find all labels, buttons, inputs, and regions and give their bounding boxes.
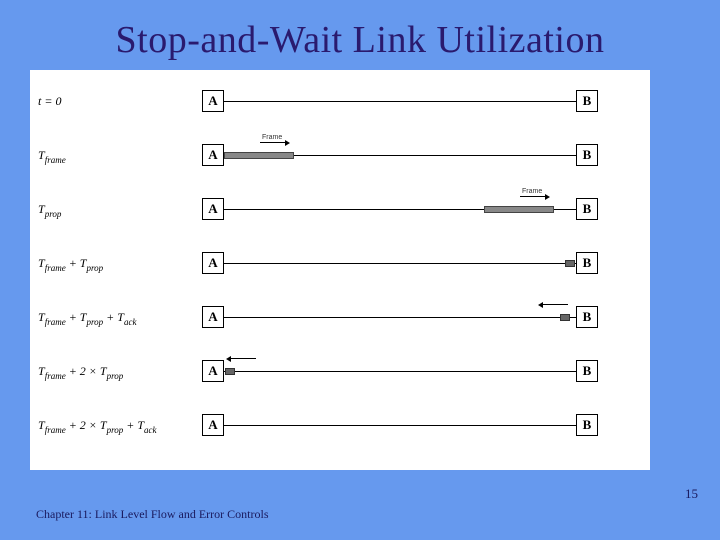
time-label: Tframe + 2 × Tprop + Tack (38, 418, 157, 434)
ack-block (565, 260, 575, 267)
node-a: A (202, 252, 224, 274)
frame-block (484, 206, 554, 213)
time-label: Tframe (38, 148, 66, 164)
timing-row-3: Tframe + Tprop A B (30, 242, 650, 296)
timing-row-6: Tframe + 2 × Tprop + Tack A B (30, 404, 650, 458)
link-line (224, 101, 576, 102)
node-a: A (202, 144, 224, 166)
node-a: A (202, 306, 224, 328)
node-b: B (576, 144, 598, 166)
link-line (224, 317, 576, 318)
time-label: Tframe + Tprop (38, 256, 103, 272)
timing-row-5: Tframe + 2 × Tprop A B (30, 350, 650, 404)
direction-arrow-icon (230, 358, 256, 359)
time-label: Tframe + 2 × Tprop (38, 364, 123, 380)
timing-row-4: Tframe + Tprop + Tack A B (30, 296, 650, 350)
ack-block (560, 314, 570, 321)
footer-chapter: Chapter 11: Link Level Flow and Error Co… (36, 507, 269, 522)
arrow-label: Frame (522, 188, 542, 195)
node-b: B (576, 414, 598, 436)
link-line (224, 371, 576, 372)
node-a: A (202, 360, 224, 382)
node-b: B (576, 360, 598, 382)
timing-row-2: Tprop A B Frame (30, 188, 650, 242)
node-b: B (576, 198, 598, 220)
node-b: B (576, 252, 598, 274)
page-number: 15 (685, 486, 698, 502)
frame-block (224, 152, 294, 159)
node-a: A (202, 198, 224, 220)
time-label: t = 0 (38, 94, 61, 109)
direction-arrow-icon (520, 196, 546, 197)
slide-title: Stop-and-Wait Link Utilization (0, 0, 720, 70)
node-b: B (576, 306, 598, 328)
arrow-label: Frame (262, 134, 282, 141)
timing-row-0: t = 0 A B (30, 80, 650, 134)
node-a: A (202, 90, 224, 112)
time-label: Tprop (38, 202, 61, 218)
direction-arrow-icon (260, 142, 286, 143)
time-label: Tframe + Tprop + Tack (38, 310, 136, 326)
timing-row-1: Tframe A B Frame (30, 134, 650, 188)
node-a: A (202, 414, 224, 436)
node-b: B (576, 90, 598, 112)
link-line (224, 425, 576, 426)
direction-arrow-icon (542, 304, 568, 305)
timing-diagram: t = 0 A B Tframe A B Frame Tprop A B Frame Tframe +… (30, 70, 650, 470)
ack-block (225, 368, 235, 375)
link-line (224, 263, 576, 264)
